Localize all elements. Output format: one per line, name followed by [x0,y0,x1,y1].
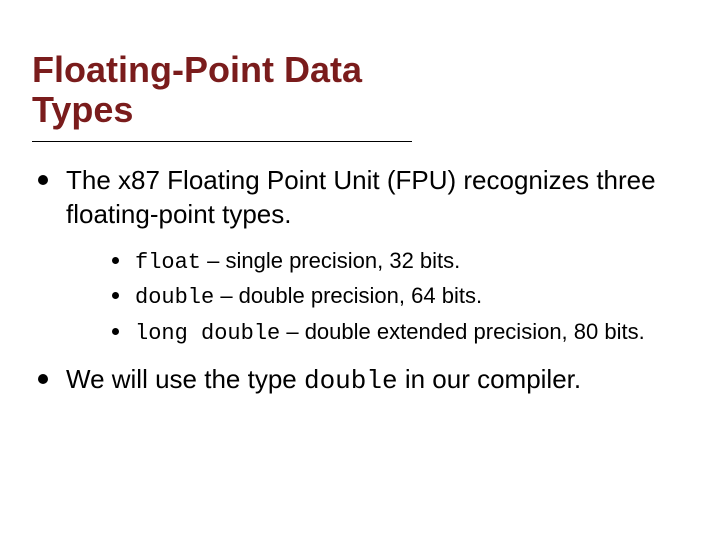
slide: Floating-Point Data Types The x87 Floati… [0,0,720,540]
list-item: The x87 Floating Point Unit (FPU) recogn… [38,164,680,232]
list-item: We will use the type double in our compi… [38,363,680,399]
list-item-text: We will use the type double in our compi… [66,363,581,399]
text-fragment: – single precision, 32 bits. [201,248,460,273]
list-item: double – double precision, 64 bits. [112,281,680,313]
code-text: double [135,285,214,310]
title-underline: Floating-Point Data Types [32,50,412,142]
code-text: double [304,366,398,396]
bullet-list-level1: The x87 Floating Point Unit (FPU) recogn… [38,164,680,398]
text-fragment: in our compiler. [398,364,582,394]
text-fragment: We will use the type [66,364,304,394]
list-item: long double – double extended precision,… [112,317,680,349]
bullet-icon [112,292,119,299]
bullet-list-level2: float – single precision, 32 bits. doubl… [112,246,680,349]
list-item-text: The x87 Floating Point Unit (FPU) recogn… [66,164,680,232]
bullet-icon [112,328,119,335]
bullet-icon [38,175,48,185]
text-fragment: – double precision, 64 bits. [214,283,482,308]
slide-title: Floating-Point Data Types [32,50,412,129]
text-fragment: – double extended precision, 80 bits. [280,319,644,344]
bullet-icon [38,374,48,384]
list-item: float – single precision, 32 bits. [112,246,680,278]
list-item-text: long double – double extended precision,… [135,317,645,349]
list-item-text: double – double precision, 64 bits. [135,281,482,313]
list-item-text: float – single precision, 32 bits. [135,246,460,278]
bullet-icon [112,257,119,264]
code-text: float [135,250,201,275]
code-text: long double [135,321,280,346]
